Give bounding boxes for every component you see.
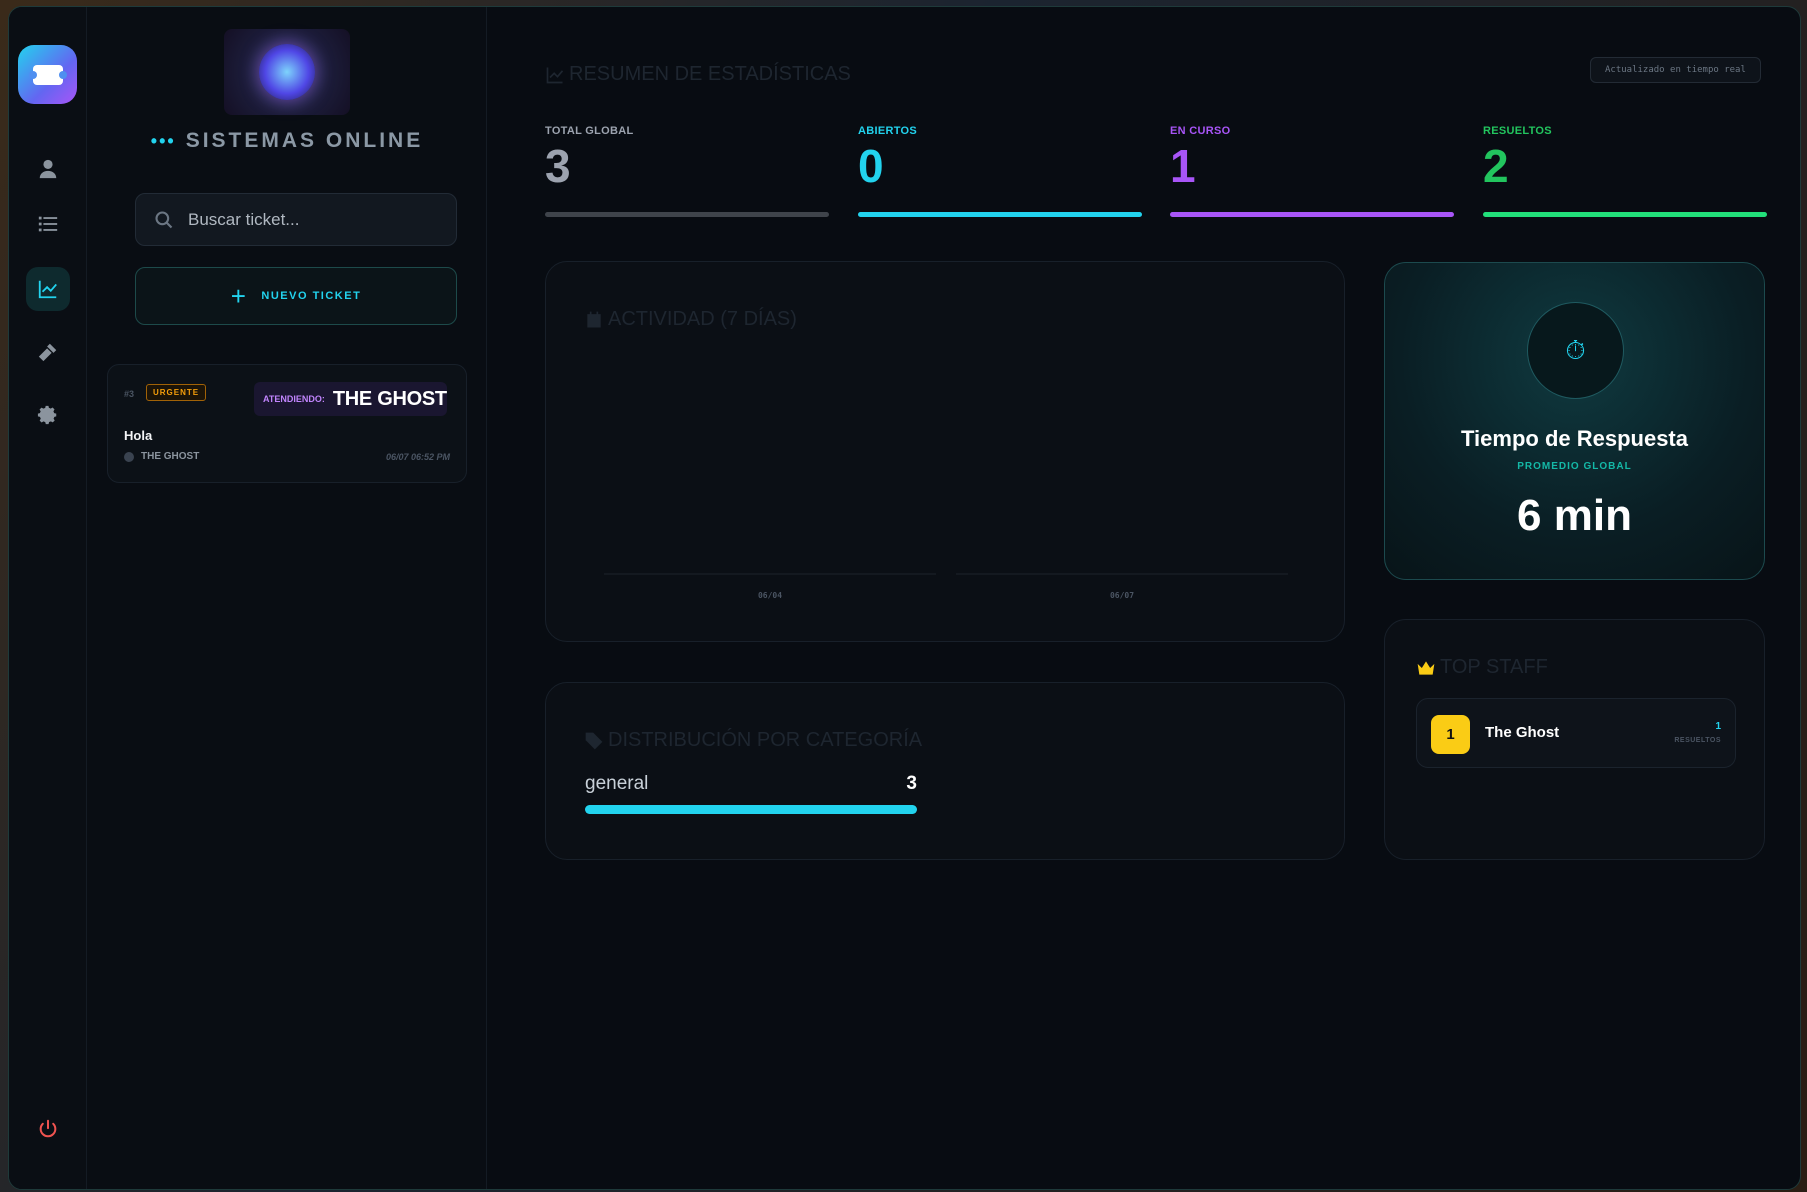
ticket-user-name: THE GHOST bbox=[141, 451, 200, 462]
hammer-icon bbox=[38, 343, 57, 362]
app-window: ••• SISTEMAS ONLINE + NUEVO TICKET #3 URG… bbox=[8, 6, 1801, 1190]
staff-resolved-label: RESUELTOS bbox=[1674, 737, 1721, 744]
system-status: ••• SISTEMAS ONLINE bbox=[87, 129, 487, 153]
kpi-bar bbox=[545, 212, 829, 217]
category-bar bbox=[585, 805, 917, 814]
category-count: 3 bbox=[906, 773, 917, 794]
response-subtitle: PROMEDIO GLOBAL bbox=[1517, 461, 1632, 472]
staff-name: The Ghost bbox=[1485, 724, 1560, 741]
activity-chart: 06/04 06/07 bbox=[604, 573, 1288, 600]
response-title: Tiempo de Respuesta bbox=[1461, 426, 1688, 451]
category-title-text: DISTRIBUCIÓN POR CATEGORÍA bbox=[608, 729, 923, 751]
ticket-list-item[interactable]: #3 URGENTE ATENDIENDO: THE GHOST Hola TH… bbox=[107, 364, 467, 483]
kpi-value: 0 bbox=[858, 140, 884, 192]
profile-nav-button[interactable] bbox=[26, 147, 70, 191]
stats-dashboard: RESUMEN DE ESTADÍSTICAS Actualizado en t… bbox=[487, 7, 1800, 1189]
chart-tick-label: 06/04 bbox=[758, 591, 782, 600]
logout-button[interactable] bbox=[26, 1107, 70, 1151]
ticket-user: THE GHOST bbox=[124, 451, 199, 462]
app-logo-icon[interactable] bbox=[18, 45, 77, 104]
kpi-label: ABIERTOS bbox=[858, 125, 918, 137]
kpi-label: TOTAL GLOBAL bbox=[545, 125, 634, 137]
list-icon bbox=[38, 216, 58, 232]
brand-logo bbox=[224, 29, 350, 115]
category-title: DISTRIBUCIÓN POR CATEGORÍA bbox=[584, 729, 922, 752]
icon-rail bbox=[9, 7, 87, 1189]
kpi-card: TOTAL GLOBAL 3 bbox=[545, 125, 829, 217]
kpi-card: EN CURSO 1 bbox=[1170, 125, 1454, 217]
staff-list-item[interactable]: 1 The Ghost 1 RESUELTOS bbox=[1416, 698, 1736, 768]
top-staff-card: TOP STAFF 1 The Ghost 1 RESUELTOS bbox=[1384, 619, 1765, 860]
kpi-bar bbox=[1170, 212, 1454, 217]
new-ticket-label: NUEVO TICKET bbox=[261, 290, 362, 302]
stats-title: RESUMEN DE ESTADÍSTICAS bbox=[545, 63, 851, 86]
kpi-label: EN CURSO bbox=[1170, 125, 1231, 137]
category-name: general bbox=[585, 773, 649, 794]
priority-badge: URGENTE bbox=[146, 384, 207, 401]
new-ticket-button[interactable]: + NUEVO TICKET bbox=[135, 267, 457, 325]
stats-nav-button[interactable] bbox=[26, 267, 70, 311]
ticket-date: 06/07 06:52 PM bbox=[385, 452, 450, 462]
attending-banner: ATENDIENDO: THE GHOST bbox=[254, 382, 447, 416]
settings-nav-button[interactable] bbox=[26, 393, 70, 437]
gear-icon bbox=[37, 405, 57, 425]
user-circle-icon bbox=[124, 451, 134, 462]
kpi-label: RESUELTOS bbox=[1483, 125, 1552, 137]
kpi-card: ABIERTOS 0 bbox=[858, 125, 1142, 217]
category-row: general 3 bbox=[585, 773, 917, 814]
ticket-title: Hola bbox=[124, 428, 153, 443]
tools-nav-button[interactable] bbox=[26, 330, 70, 374]
response-value: 6 min bbox=[1517, 491, 1632, 540]
response-time-card: ⏱ Tiempo de Respuesta PROMEDIO GLOBAL 6 … bbox=[1384, 262, 1765, 580]
stopwatch-icon: ⏱ bbox=[1527, 302, 1624, 399]
chart-icon bbox=[38, 280, 57, 299]
search-box bbox=[135, 193, 457, 246]
status-dots-icon: ••• bbox=[150, 131, 176, 151]
kpi-card: RESUELTOS 2 bbox=[1483, 125, 1767, 217]
chart-tick-label: 06/07 bbox=[1110, 591, 1134, 600]
power-icon bbox=[39, 1119, 57, 1138]
top-staff-title: TOP STAFF bbox=[1416, 656, 1548, 679]
tickets-nav-button[interactable] bbox=[26, 202, 70, 246]
status-text: SISTEMAS ONLINE bbox=[185, 129, 424, 152]
category-card: DISTRIBUCIÓN POR CATEGORÍA general 3 bbox=[545, 682, 1345, 860]
search-input[interactable] bbox=[188, 209, 438, 230]
tags-icon bbox=[585, 732, 603, 749]
kpi-value: 2 bbox=[1483, 140, 1509, 192]
attending-label: ATENDIENDO: bbox=[263, 394, 325, 404]
user-icon bbox=[39, 159, 57, 179]
attending-name: THE GHOST bbox=[332, 387, 447, 410]
top-staff-title-text: TOP STAFF bbox=[1440, 656, 1548, 678]
kpi-value: 3 bbox=[545, 140, 571, 192]
kpi-value: 1 bbox=[1170, 140, 1196, 192]
search-icon bbox=[155, 210, 173, 228]
chart-line-icon bbox=[546, 67, 564, 83]
activity-card: ACTIVIDAD (7 DÍAS) 06/04 06/07 bbox=[545, 261, 1345, 642]
kpi-bar bbox=[1483, 212, 1767, 217]
stats-title-text: RESUMEN DE ESTADÍSTICAS bbox=[569, 63, 851, 85]
live-update-pill: Actualizado en tiempo real bbox=[1590, 57, 1761, 83]
kpi-bar bbox=[858, 212, 1142, 217]
ticket-sidebar: ••• SISTEMAS ONLINE + NUEVO TICKET #3 URG… bbox=[87, 7, 487, 1189]
rank-badge: 1 bbox=[1431, 715, 1470, 754]
staff-resolved-count: 1 bbox=[1715, 721, 1721, 732]
ticket-id: #3 bbox=[124, 389, 135, 399]
plus-icon: + bbox=[230, 281, 248, 311]
crown-icon bbox=[1417, 660, 1435, 675]
